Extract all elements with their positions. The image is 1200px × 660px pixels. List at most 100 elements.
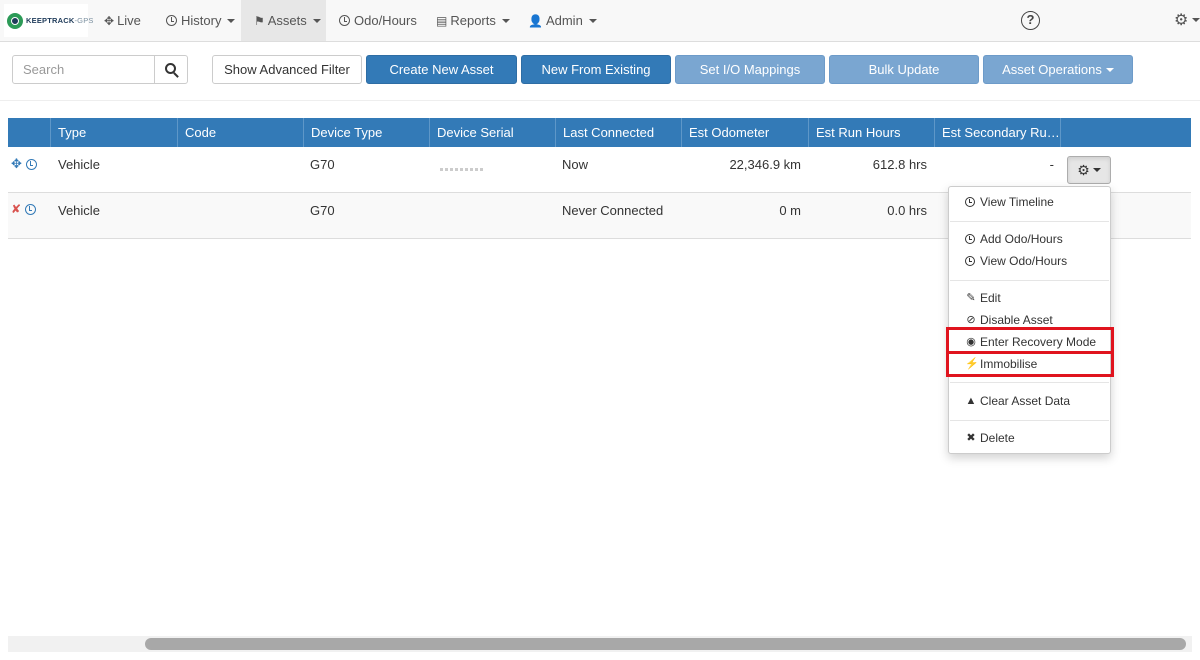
highlight-box-immobilise <box>946 351 1114 377</box>
new-from-existing-button[interactable]: New From Existing <box>521 55 671 84</box>
no-move-icon[interactable]: ✘ <box>11 202 21 216</box>
clock-icon[interactable] <box>25 203 37 215</box>
menu-item-label: Clear Asset Data <box>980 394 1071 408</box>
chevron-down-icon <box>588 18 597 23</box>
menu-divider <box>950 221 1109 222</box>
column-header-code[interactable]: Code <box>177 118 303 147</box>
chevron-down-icon <box>227 18 236 23</box>
navbar: KEEPTRACK-GPS ✥ Live History ⚑ Assets Od… <box>0 0 1200 42</box>
dashboard-icon <box>965 256 975 266</box>
nav-live-label: Live <box>117 13 141 28</box>
warning-icon: ▲ <box>965 395 977 407</box>
column-header-last-connected[interactable]: Last Connected <box>555 118 681 147</box>
menu-item-view-odo-hours[interactable]: View Odo/Hours <box>965 251 1067 271</box>
menu-divider <box>950 420 1109 421</box>
clock-icon[interactable] <box>25 158 37 170</box>
gear-icon: ⚙ <box>1077 161 1090 178</box>
search-icon <box>164 63 176 74</box>
toolbar-divider <box>0 100 1200 101</box>
menu-item-label: Add Odo/Hours <box>980 232 1063 246</box>
nav-assets-label: Assets <box>267 13 307 28</box>
dashboard-icon <box>339 15 350 26</box>
column-header-est-run-hours[interactable]: Est Run Hours <box>808 118 934 147</box>
cell-odometer: 0 m <box>779 203 801 218</box>
scrollbar-thumb[interactable] <box>145 638 1186 650</box>
search-input[interactable] <box>12 55 155 84</box>
nav-odo-hours-label: Odo/Hours <box>354 13 417 28</box>
chevron-down-icon <box>1092 168 1101 172</box>
column-header-device-serial[interactable]: Device Serial <box>429 118 555 147</box>
logo-mark-icon <box>7 12 23 29</box>
cell-odometer: 22,346.9 km <box>729 157 801 172</box>
brand-logo[interactable]: KEEPTRACK-GPS <box>4 4 93 37</box>
chevron-down-icon <box>1105 67 1114 72</box>
nav-admin[interactable]: 👤 Admin <box>528 0 597 41</box>
highlight-box-recovery <box>946 327 1114 354</box>
cell-type: Vehicle <box>58 157 100 172</box>
column-header-est-secondary[interactable]: Est Secondary Ru… <box>934 118 1060 147</box>
create-new-asset-button[interactable]: Create New Asset <box>366 55 517 84</box>
move-icon[interactable]: ✥ <box>11 156 22 172</box>
chevron-down-icon <box>1192 18 1200 22</box>
cell-device-type: G70 <box>310 157 335 172</box>
flag-icon: ⚑ <box>254 13 265 28</box>
column-header-actions <box>1060 118 1191 147</box>
table-header: Type Code Device Type Device Serial Last… <box>8 118 1191 147</box>
row-actions-button[interactable]: ⚙ <box>1067 156 1111 184</box>
search-button[interactable] <box>154 55 188 84</box>
cell-run-hours: 0.0 hrs <box>887 203 927 218</box>
menu-divider <box>950 280 1109 281</box>
row-actions-menu: View Timeline Add Odo/Hours View Odo/Hou… <box>948 186 1111 454</box>
menu-item-label: Edit <box>980 291 1001 305</box>
nav-odo-hours[interactable]: Odo/Hours <box>339 0 417 41</box>
nav-reports-label: Reports <box>450 13 496 28</box>
asset-operations-button[interactable]: Asset Operations <box>983 55 1133 84</box>
logo-text: KEEPTRACK-GPS <box>26 16 94 25</box>
close-icon: ✖ <box>966 432 976 444</box>
menu-item-delete[interactable]: ✖ Delete <box>965 428 1015 448</box>
nav-history-label: History <box>181 13 222 28</box>
column-header-type[interactable]: Type <box>50 118 177 147</box>
clock-icon <box>166 15 177 26</box>
menu-item-label: View Odo/Hours <box>980 254 1068 268</box>
nav-history[interactable]: History <box>166 0 236 41</box>
menu-divider <box>950 382 1109 383</box>
cell-run-hours: 612.8 hrs <box>872 157 927 172</box>
cell-device-type: G70 <box>310 203 335 218</box>
menu-item-label: View Timeline <box>980 195 1054 209</box>
menu-item-edit[interactable]: ✎ Edit <box>965 288 1001 308</box>
redacted-serial <box>440 168 485 171</box>
nav-assets[interactable]: ⚑ Assets <box>241 0 326 41</box>
menu-item-add-odo-hours[interactable]: Add Odo/Hours <box>965 229 1063 249</box>
cell-last-connected: Now <box>562 157 589 172</box>
move-icon: ✥ <box>104 13 115 28</box>
row-status-icons: ✘ <box>11 202 37 216</box>
row-status-icons: ✥ <box>11 156 37 172</box>
dashboard-icon <box>965 234 975 244</box>
menu-item-view-timeline[interactable]: View Timeline <box>965 192 1054 212</box>
menu-item-label: Delete <box>980 431 1015 445</box>
cell-type: Vehicle <box>58 203 100 218</box>
nav-admin-label: Admin <box>545 13 583 28</box>
asset-operations-label: Asset Operations <box>1002 62 1102 77</box>
menu-item-clear-asset-data[interactable]: ▲ Clear Asset Data <box>965 391 1071 411</box>
horizontal-scrollbar[interactable] <box>8 636 1192 652</box>
help-icon[interactable]: ? <box>1021 11 1040 30</box>
edit-icon: ✎ <box>966 292 976 304</box>
chevron-down-icon <box>501 18 510 23</box>
chevron-down-icon <box>312 18 321 23</box>
user-icon: 👤 <box>528 13 543 28</box>
list-icon: ▤ <box>436 13 448 28</box>
bulk-update-button[interactable]: Bulk Update <box>829 55 979 84</box>
nav-live[interactable]: ✥ Live <box>104 0 141 41</box>
show-advanced-filter-button[interactable]: Show Advanced Filter <box>212 55 362 84</box>
settings-menu[interactable]: ⚙ <box>1174 10 1200 30</box>
column-header-device-type[interactable]: Device Type <box>303 118 429 147</box>
nav-reports[interactable]: ▤ Reports <box>436 0 510 41</box>
set-io-mappings-button[interactable]: Set I/O Mappings <box>675 55 825 84</box>
gear-icon: ⚙ <box>1174 12 1189 29</box>
column-header-est-odometer[interactable]: Est Odometer <box>681 118 808 147</box>
cell-last-connected: Never Connected <box>562 203 664 218</box>
column-header-status <box>8 118 50 147</box>
cell-secondary: - <box>1049 157 1054 172</box>
